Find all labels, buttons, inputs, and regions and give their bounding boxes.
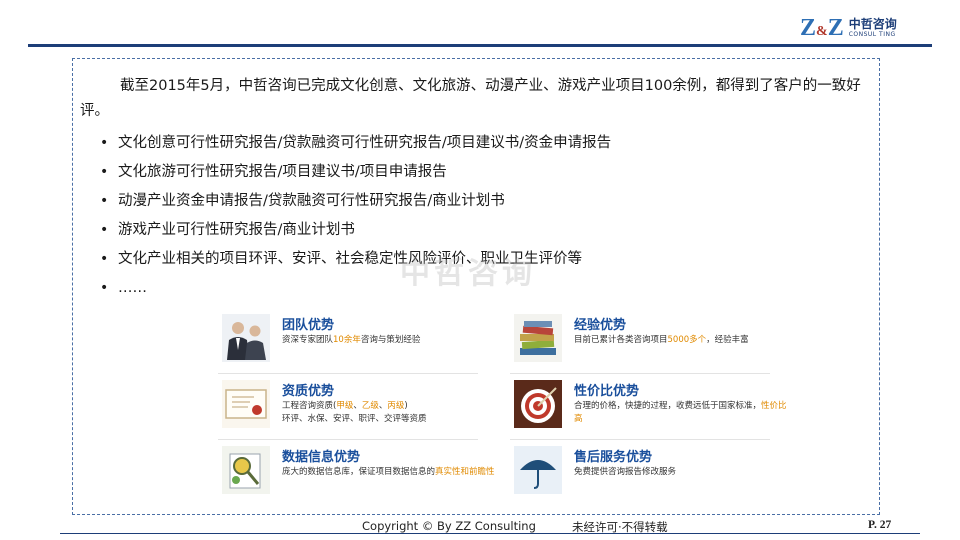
desc-text: 资深专家团队 bbox=[282, 335, 334, 345]
copyright: Copyright © By ZZ Consulting bbox=[362, 519, 536, 533]
advantage-qualification: 资质优势 工程咨询资质(甲级、乙级、丙级) 环评、水保、安评、职评、交评等资质 bbox=[218, 378, 488, 440]
certificate-icon bbox=[222, 380, 270, 428]
logo-mark-right: Z bbox=[827, 14, 844, 41]
advantage-desc: 合理的价格，快捷的过程，收费远低于国家标准，性价比高 bbox=[574, 400, 794, 426]
umbrella-icon bbox=[514, 446, 562, 494]
logo-mark-amp: & bbox=[816, 23, 828, 39]
desc-text: 合理的价格，快捷的过程，收费远低于国家标准 bbox=[574, 401, 753, 411]
logo-text: 中哲咨询 CONSUL TING bbox=[849, 18, 897, 38]
desc-text: ，经验丰富 bbox=[706, 335, 749, 345]
desc-highlight: 乙级 bbox=[361, 401, 379, 411]
advantage-desc: 庞大的数据信息库，保证项目数据信息的真实性和前瞻性 bbox=[282, 466, 502, 479]
intro-paragraph: 截至2015年5月，中哲咨询已完成文化创意、文化旅游、动漫产业、游戏产业项目10… bbox=[80, 78, 861, 119]
watermark: 中哲咨询 bbox=[400, 256, 536, 291]
logo-mark-left: Z bbox=[800, 14, 816, 41]
list-item: 文化创意可行性研究报告/贷款融资可行性研究报告/项目建议书/资金申请报告 bbox=[100, 131, 611, 160]
desc-highlight: 5000多个 bbox=[667, 335, 707, 345]
advantage-value: 性价比优势 合理的价格，快捷的过程，收费远低于国家标准，性价比高 bbox=[510, 378, 787, 440]
logo-mark: Z&Z bbox=[800, 14, 844, 42]
advantage-desc: 工程咨询资质(甲级、乙级、丙级) 环评、水保、安评、职评、交评等资质 bbox=[282, 400, 502, 426]
advantage-title: 经验优势 bbox=[574, 318, 627, 333]
target-icon bbox=[514, 380, 562, 428]
advantage-desc: 免费提供咨询报告修改服务 bbox=[574, 467, 677, 477]
desc-highlight: 丙级 bbox=[387, 401, 405, 411]
header-divider bbox=[28, 44, 932, 47]
desc-text: ， bbox=[752, 401, 762, 411]
list-item: 游戏产业可行性研究报告/商业计划书 bbox=[100, 218, 611, 247]
divider bbox=[218, 439, 478, 440]
advantage-team: 团队优势 资深专家团队10余年咨询与策划经验 bbox=[218, 312, 488, 374]
divider bbox=[218, 373, 478, 374]
business-people-icon bbox=[222, 314, 270, 362]
footer-divider bbox=[60, 533, 920, 534]
page-number: P. 27 bbox=[868, 519, 892, 531]
list-item: 文化旅游可行性研究报告/项目建议书/项目申请报告 bbox=[100, 160, 611, 189]
divider bbox=[510, 439, 770, 440]
advantage-title: 资质优势 bbox=[282, 384, 335, 399]
advantage-title: 性价比优势 bbox=[574, 384, 640, 399]
advantage-title: 售后服务优势 bbox=[574, 450, 653, 465]
desc-text: 庞大的数据信息库，保证项目数据信息的 bbox=[282, 467, 436, 477]
divider bbox=[510, 373, 770, 374]
desc-text: 咨询与策划经验 bbox=[360, 335, 421, 345]
company-logo: Z&Z 中哲咨询 CONSUL TING bbox=[800, 14, 897, 42]
advantage-experience: 经验优势 目前已累计各类咨询项目5000多个，经验丰富 bbox=[510, 312, 780, 374]
advantage-desc: 目前已累计各类咨询项目5000多个，经验丰富 bbox=[574, 334, 794, 347]
desc-text: 、 bbox=[353, 401, 362, 411]
desc-line: 工程咨询资质(甲级、乙级、丙级) bbox=[282, 400, 502, 413]
advantage-service: 售后服务优势 免费提供咨询报告修改服务 bbox=[510, 444, 780, 506]
desc-line: 环评、水保、安评、职评、交评等资质 bbox=[282, 414, 427, 424]
list-item: 动漫产业资金申请报告/贷款融资可行性研究报告/商业计划书 bbox=[100, 189, 611, 218]
desc-text: 工程咨询资质( bbox=[282, 401, 337, 411]
desc-highlight: 真实性和前瞻性 bbox=[435, 467, 495, 477]
advantage-title: 团队优势 bbox=[282, 318, 335, 333]
books-icon bbox=[514, 314, 562, 362]
magnifier-icon bbox=[222, 446, 270, 494]
desc-text: ) bbox=[404, 401, 408, 411]
desc-text: 目前已累计各类咨询项目 bbox=[574, 335, 668, 345]
desc-highlight: 10余年 bbox=[333, 335, 361, 345]
desc-highlight: 甲级 bbox=[336, 401, 354, 411]
logo-en: CONSUL TING bbox=[848, 31, 896, 38]
advantage-data: 数据信息优势 庞大的数据信息库，保证项目数据信息的真实性和前瞻性 bbox=[218, 444, 495, 506]
advantage-title: 数据信息优势 bbox=[282, 450, 361, 465]
advantage-desc: 资深专家团队10余年咨询与策划经验 bbox=[282, 334, 502, 347]
logo-cn: 中哲咨询 bbox=[848, 17, 897, 31]
